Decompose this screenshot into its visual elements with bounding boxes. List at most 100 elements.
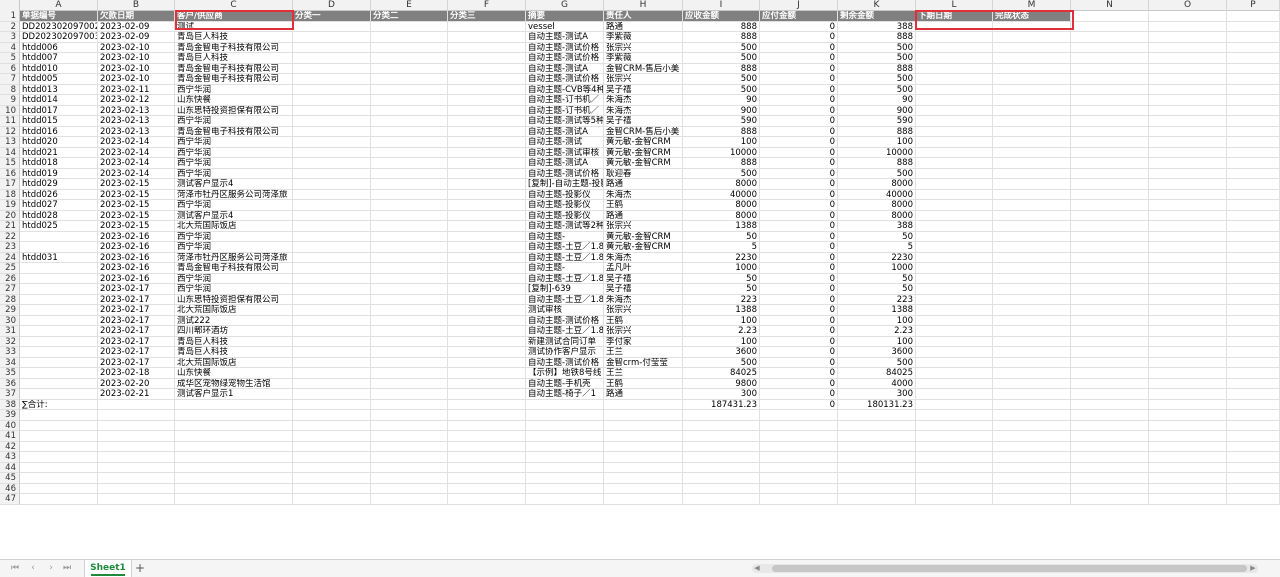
- cell[interactable]: [1149, 494, 1227, 505]
- cell[interactable]: [371, 105, 448, 116]
- cell[interactable]: [1071, 53, 1149, 64]
- cell[interactable]: [175, 462, 293, 473]
- row-header[interactable]: 21: [0, 221, 20, 232]
- cell[interactable]: [293, 389, 371, 400]
- cell[interactable]: [448, 473, 526, 484]
- cell[interactable]: 1388: [838, 305, 916, 316]
- cell[interactable]: [448, 210, 526, 221]
- cell[interactable]: htdd028: [20, 210, 98, 221]
- cell[interactable]: 2.23: [683, 326, 760, 337]
- cell[interactable]: 2023-02-10: [98, 74, 175, 85]
- cell[interactable]: 0: [760, 116, 838, 127]
- cell[interactable]: htdd020: [20, 137, 98, 148]
- cell[interactable]: [293, 63, 371, 74]
- cell[interactable]: [20, 410, 98, 421]
- cell[interactable]: 2023-02-15: [98, 189, 175, 200]
- cell[interactable]: 0: [760, 137, 838, 148]
- cell[interactable]: [1149, 389, 1227, 400]
- cell[interactable]: [448, 221, 526, 232]
- cell[interactable]: [993, 357, 1071, 368]
- cell[interactable]: 2023-02-15: [98, 221, 175, 232]
- cell[interactable]: [448, 315, 526, 326]
- cell[interactable]: [683, 452, 760, 463]
- cell[interactable]: [复制]-自动主题-投影: [526, 179, 604, 190]
- row-header[interactable]: 36: [0, 378, 20, 389]
- cell[interactable]: [448, 137, 526, 148]
- cell[interactable]: [993, 168, 1071, 179]
- cell[interactable]: 100: [838, 336, 916, 347]
- cell[interactable]: htdd025: [20, 221, 98, 232]
- cell[interactable]: 朱海杰: [604, 189, 683, 200]
- cell[interactable]: 590: [838, 116, 916, 127]
- cell[interactable]: 2023-02-15: [98, 210, 175, 221]
- cell[interactable]: [371, 231, 448, 242]
- cell[interactable]: [293, 252, 371, 263]
- cell[interactable]: [1149, 116, 1227, 127]
- cell[interactable]: [916, 431, 993, 442]
- column-header-n[interactable]: N: [1071, 0, 1149, 11]
- cell[interactable]: 西宁华润: [175, 168, 293, 179]
- cell[interactable]: 2023-02-17: [98, 294, 175, 305]
- cell[interactable]: 西宁华润: [175, 242, 293, 253]
- cell[interactable]: 金智CRM-售后小美: [604, 126, 683, 137]
- cell[interactable]: 2023-02-14: [98, 158, 175, 169]
- cell[interactable]: [371, 305, 448, 316]
- cell[interactable]: 0: [760, 378, 838, 389]
- cell[interactable]: 自动主题-投影仪: [526, 210, 604, 221]
- cell[interactable]: [604, 483, 683, 494]
- cell[interactable]: 张宗兴: [604, 42, 683, 53]
- cell[interactable]: [993, 326, 1071, 337]
- row-header[interactable]: 45: [0, 473, 20, 484]
- cell[interactable]: [1149, 431, 1227, 442]
- cell[interactable]: [293, 147, 371, 158]
- row-header[interactable]: 1: [0, 11, 20, 22]
- cell[interactable]: 500: [683, 84, 760, 95]
- cell[interactable]: vessel: [526, 21, 604, 32]
- cell[interactable]: 2023-02-20: [98, 378, 175, 389]
- cell[interactable]: [448, 105, 526, 116]
- cell[interactable]: 李紫薇: [604, 32, 683, 43]
- cell[interactable]: [448, 42, 526, 53]
- cell[interactable]: [526, 483, 604, 494]
- cell[interactable]: [98, 483, 175, 494]
- cell[interactable]: [1071, 420, 1149, 431]
- cell[interactable]: [293, 410, 371, 421]
- cell[interactable]: [1227, 410, 1280, 421]
- cell[interactable]: [993, 21, 1071, 32]
- total-cell[interactable]: [1149, 399, 1227, 410]
- cell[interactable]: 50: [683, 273, 760, 284]
- cell[interactable]: 500: [838, 53, 916, 64]
- cell[interactable]: [1227, 147, 1280, 158]
- cell[interactable]: 2023-02-13: [98, 126, 175, 137]
- cell[interactable]: [448, 294, 526, 305]
- cell[interactable]: 自动主题-土豆／1.8: [526, 242, 604, 253]
- row-header[interactable]: 28: [0, 294, 20, 305]
- cell[interactable]: 0: [760, 42, 838, 53]
- cell[interactable]: 孟凡叶: [604, 263, 683, 274]
- cell[interactable]: 自动主题-测试价格: [526, 168, 604, 179]
- cell[interactable]: [760, 473, 838, 484]
- cell[interactable]: [1227, 252, 1280, 263]
- total-cell[interactable]: [1071, 399, 1149, 410]
- cell[interactable]: [448, 336, 526, 347]
- horizontal-scrollbar[interactable]: ◀ ▶: [752, 564, 1258, 573]
- cell[interactable]: 自动主题-测试价格: [526, 53, 604, 64]
- cell[interactable]: [448, 347, 526, 358]
- cell[interactable]: [1227, 74, 1280, 85]
- cell[interactable]: [448, 441, 526, 452]
- cell[interactable]: 西宁华润: [175, 147, 293, 158]
- cell[interactable]: 路通: [604, 210, 683, 221]
- row-header[interactable]: 41: [0, 431, 20, 442]
- cell[interactable]: [1149, 126, 1227, 137]
- cell[interactable]: [20, 242, 98, 253]
- cell[interactable]: [1071, 74, 1149, 85]
- column-header-d[interactable]: D: [293, 0, 371, 11]
- cell[interactable]: [760, 410, 838, 421]
- cell[interactable]: [293, 53, 371, 64]
- cell[interactable]: [1227, 231, 1280, 242]
- cell[interactable]: 0: [760, 305, 838, 316]
- cell[interactable]: 100: [683, 137, 760, 148]
- header-cell[interactable]: 分类三: [448, 11, 526, 22]
- cell[interactable]: 张宗兴: [604, 74, 683, 85]
- column-header-a[interactable]: A: [20, 0, 98, 11]
